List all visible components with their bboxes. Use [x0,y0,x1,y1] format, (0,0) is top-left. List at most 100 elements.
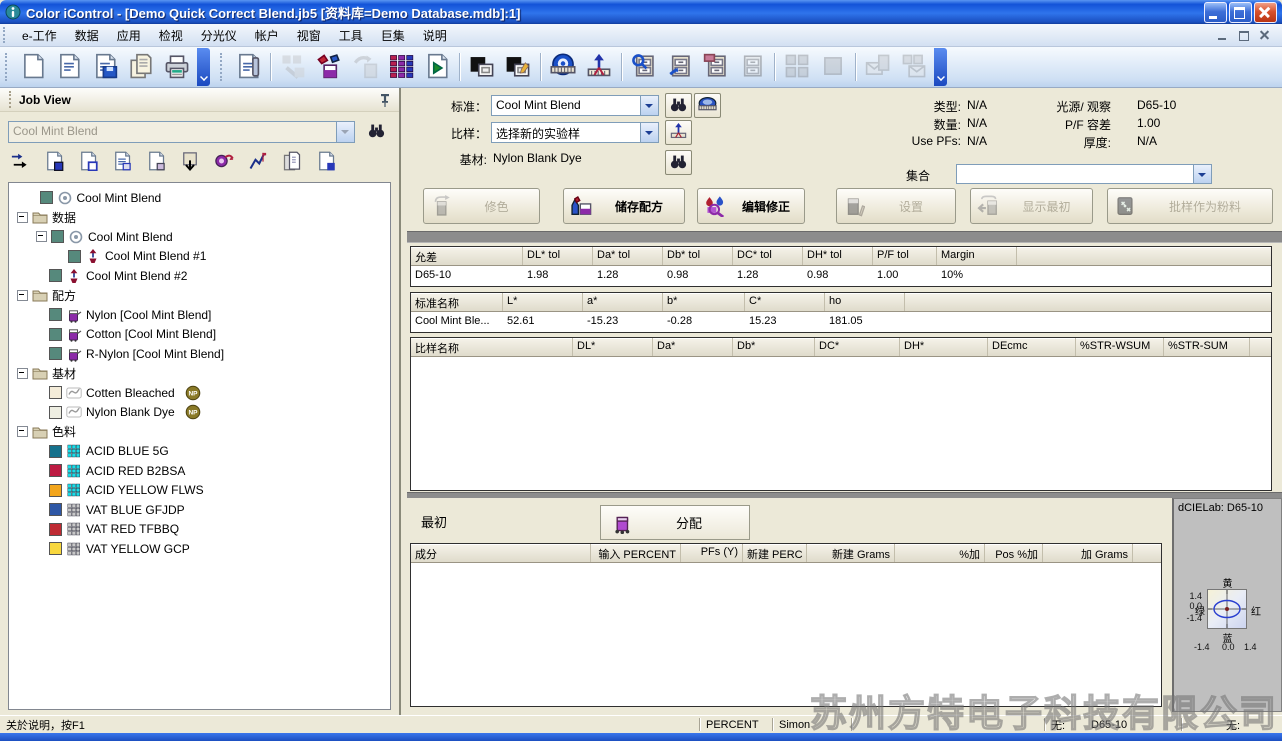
restore-button[interactable] [1229,2,1252,23]
store-formula-button[interactable]: 储存配方 [563,188,685,224]
tree-item[interactable]: Cool Mint Blend [9,227,390,247]
run-job-button[interactable] [419,51,455,83]
job-report-button[interactable] [230,51,266,83]
menu-item[interactable]: 检视 [150,25,192,46]
new-page-button[interactable] [314,150,338,174]
job-search-dropdown-arrow[interactable] [336,122,354,142]
tree-item[interactable]: ACID YELLOW FLWS [9,481,390,501]
copy-documents-button[interactable] [123,51,159,83]
new-document-button[interactable] [15,51,51,83]
tree-expander[interactable] [17,426,28,437]
column-header[interactable]: Pos %加 [985,544,1043,562]
job-search-combo[interactable]: Cool Mint Blend [8,121,355,143]
tree-item[interactable]: VAT YELLOW GCP [9,539,390,559]
menu-item[interactable]: 应用 [108,25,150,46]
toolbar-overflow-chevron[interactable] [197,48,210,86]
paste-down-button[interactable] [178,150,202,174]
tree-expander[interactable] [17,368,28,379]
find-standard-button[interactable] [665,93,692,118]
menu-item[interactable]: 视窗 [288,25,330,46]
measure-trial-button[interactable] [665,120,692,145]
db-search-button[interactable] [626,51,662,83]
print-button[interactable] [159,51,195,83]
tree-item[interactable]: Cool Mint Blend #2 [9,266,390,286]
column-header[interactable]: Margin [937,247,1017,265]
column-header[interactable]: Db* [733,338,815,356]
tree-item[interactable]: 配方 [9,286,390,306]
column-header[interactable]: L* [503,293,583,311]
column-header[interactable]: Db* tol [663,247,733,265]
column-header[interactable]: C* [745,293,825,311]
tree-item[interactable]: Cotten BleachedNP [9,383,390,403]
tree-item[interactable]: R-Nylon [Cool Mint Blend] [9,344,390,364]
find-trial-button[interactable] [665,150,692,175]
tree-expander[interactable] [36,231,47,242]
column-header[interactable]: DC* tol [733,247,803,265]
measure-up-button[interactable] [581,51,617,83]
menu-item[interactable]: 帐户 [246,25,288,46]
tree-item[interactable]: ACID RED B2BSA [9,461,390,481]
column-header[interactable]: DC* [815,338,900,356]
minimize-button[interactable] [1204,2,1227,23]
tree-item[interactable]: Cool Mint Blend #1 [9,247,390,267]
copy-standard-button[interactable] [42,150,66,174]
column-header[interactable]: %STR-WSUM [1076,338,1164,356]
tree-item[interactable]: Nylon [Cool Mint Blend] [9,305,390,325]
column-header[interactable]: Da* [653,338,733,356]
standard-combo[interactable]: Cool Mint Blend [491,95,659,116]
colorant-set-button[interactable] [383,51,419,83]
db-store-button[interactable] [662,51,698,83]
save-document-button[interactable] [87,51,123,83]
open-document-button[interactable] [51,51,87,83]
tree-item[interactable]: VAT BLUE GFJDP [9,500,390,520]
column-header[interactable]: ho [825,293,905,311]
edit-correction-button[interactable]: 编辑修正 [697,188,805,224]
pin-icon[interactable] [377,92,393,108]
column-header[interactable]: DH* [900,338,988,356]
tree-item[interactable]: Cotton [Cool Mint Blend] [9,325,390,345]
plot-trend-button[interactable] [246,150,270,174]
tree-item[interactable]: Cool Mint Blend [9,188,390,208]
mdi-minimize-button[interactable] [1215,28,1232,43]
standard-swatch-button[interactable] [464,51,500,83]
column-header[interactable]: P/F tol [873,247,937,265]
transfer-job-button[interactable] [8,150,32,174]
menu-item[interactable]: 巨集 [372,25,414,46]
tree-item[interactable]: ACID BLUE 5G [9,442,390,462]
tree-item[interactable]: Nylon Blank DyeNP [9,403,390,423]
column-header[interactable]: %STR-SUM [1164,338,1250,356]
duplicate-page-button[interactable] [280,150,304,174]
column-header[interactable]: Da* tol [593,247,663,265]
tree-item[interactable]: 基材 [9,364,390,384]
measure-standard-button[interactable] [694,93,721,118]
column-header[interactable]: %加 [895,544,985,562]
find-job-button[interactable] [363,121,389,143]
column-header[interactable]: 成分 [411,544,591,562]
column-header[interactable]: 新建 Grams [807,544,895,562]
column-header[interactable]: 输入 PERCENT [591,544,681,562]
import-job-button[interactable] [212,150,236,174]
table-row[interactable]: Cool Mint Ble...52.61-15.23-0.2815.23181… [411,312,1271,329]
measure-globe-button[interactable] [545,51,581,83]
tree-item[interactable]: 数据 [9,208,390,228]
set-dropdown-arrow[interactable] [1193,165,1211,183]
table-row[interactable]: D65-101.981.280.981.280.981.0010% [411,266,1271,283]
column-header[interactable]: a* [583,293,663,311]
column-header[interactable]: DL* [573,338,653,356]
close-button[interactable] [1254,2,1277,23]
set-combo[interactable] [956,164,1212,184]
menu-item[interactable]: 工具 [330,25,372,46]
db-retrieve-button[interactable] [698,51,734,83]
menu-item[interactable]: 说明 [414,25,456,46]
menu-item[interactable]: 分光仪 [192,25,246,46]
standard-dropdown-arrow[interactable] [640,96,658,115]
copy-substrate-button[interactable] [144,150,168,174]
tree-expander[interactable] [17,290,28,301]
copy-trial-button[interactable] [76,150,100,174]
column-header[interactable]: PFs (Y) [681,544,743,562]
trial-combo[interactable]: 选择新的实验样 [491,122,659,143]
tree-expander[interactable] [17,212,28,223]
column-header[interactable]: 新建 PERC [743,544,807,562]
column-header[interactable]: 比样名称 [411,338,573,356]
column-header[interactable]: DEcmc [988,338,1076,356]
